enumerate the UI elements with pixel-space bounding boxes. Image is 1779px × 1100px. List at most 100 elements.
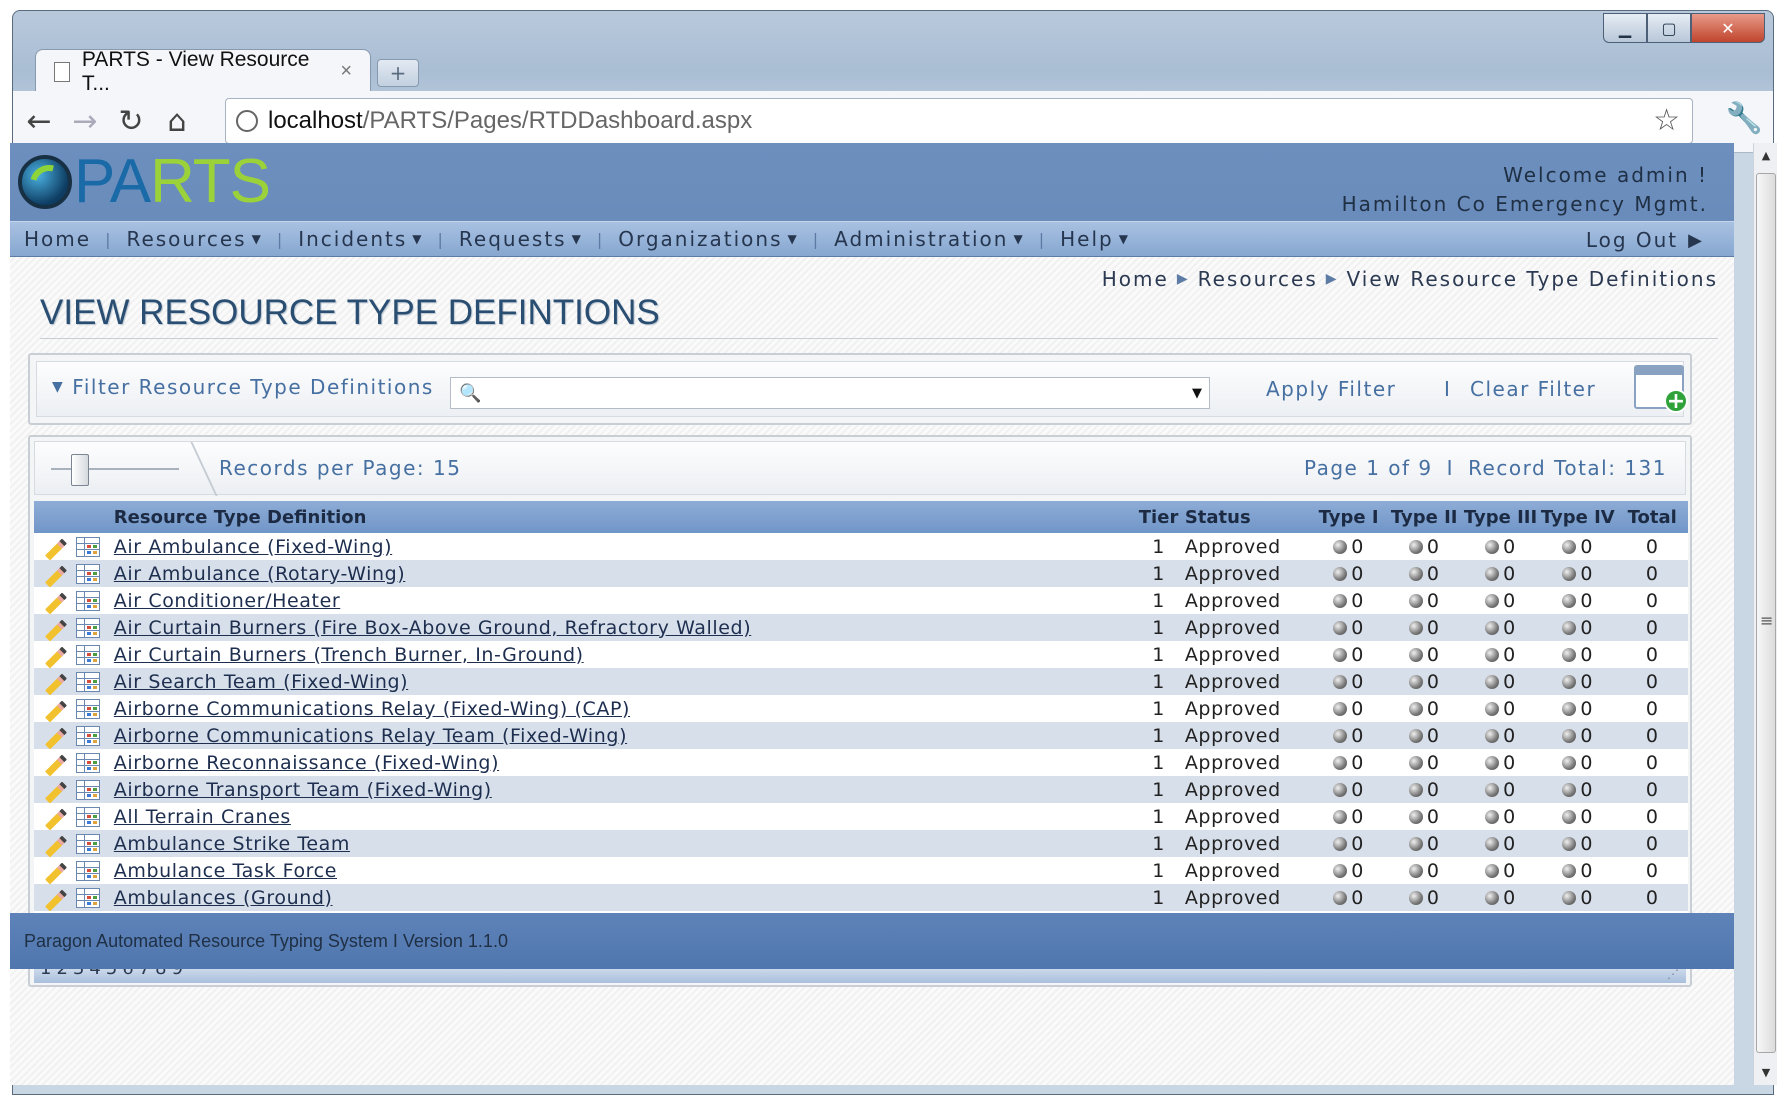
view-details-icon[interactable] <box>76 645 100 665</box>
menu-incidents[interactable]: Incidents ▼ <box>284 227 437 251</box>
definition-link[interactable]: Airborne Reconnaissance (Fixed-Wing) <box>114 752 499 774</box>
view-details-icon[interactable] <box>76 699 100 719</box>
header-definition[interactable]: Resource Type Definition <box>114 501 1133 533</box>
pencil-edit-icon[interactable] <box>45 700 67 722</box>
view-details-icon[interactable] <box>76 780 100 800</box>
pencil-edit-icon[interactable] <box>45 862 67 884</box>
back-arrow-icon[interactable]: ← <box>19 104 59 139</box>
pencil-edit-icon[interactable] <box>45 592 67 614</box>
menu-resources[interactable]: Resources ▼ <box>112 227 276 251</box>
maximize-icon[interactable]: ▢ <box>1647 13 1691 43</box>
definition-link[interactable]: Ambulance Task Force <box>114 860 337 882</box>
definition-link[interactable]: Airborne Communications Relay (Fixed-Win… <box>114 698 630 720</box>
menu-incidents-label: Incidents <box>298 227 408 251</box>
header-tier[interactable]: Tier <box>1132 501 1185 533</box>
filter-search-input[interactable] <box>487 379 1185 407</box>
parts-logo[interactable]: PA RTS <box>18 151 271 213</box>
header-total[interactable]: Total <box>1617 501 1688 533</box>
add-definition-icon[interactable]: + <box>1634 365 1688 413</box>
type-2-cell-value: 0 <box>1426 886 1440 909</box>
header-type-1[interactable]: Type I <box>1311 501 1387 533</box>
browser-tab[interactable]: PARTS - View Resource T... × <box>35 48 371 95</box>
type-2-cell-value: 0 <box>1426 778 1440 801</box>
clear-filter-link[interactable]: Clear Filter <box>1470 377 1596 401</box>
scroll-down-arrow-icon[interactable]: ▼ <box>1754 1066 1778 1079</box>
close-tab-icon[interactable]: × <box>340 60 352 83</box>
pencil-edit-icon[interactable] <box>45 781 67 803</box>
type-2-cell-value: 0 <box>1426 859 1440 882</box>
header-type-4[interactable]: Type IV <box>1539 501 1617 533</box>
pencil-edit-icon[interactable] <box>45 835 67 857</box>
type-3-cell-value: 0 <box>1503 535 1516 558</box>
forward-arrow-icon[interactable]: → <box>65 104 105 139</box>
address-bar[interactable]: localhost/PARTS/Pages/RTDDashboard.aspx … <box>225 98 1693 144</box>
pencil-edit-icon[interactable] <box>45 754 67 776</box>
definition-link[interactable]: Air Curtain Burners (Fire Box-Above Grou… <box>114 617 751 639</box>
header-type-3[interactable]: Type III <box>1462 501 1539 533</box>
close-window-icon[interactable]: ✕ <box>1691 13 1765 43</box>
menu-requests[interactable]: Requests ▼ <box>445 227 597 251</box>
pencil-edit-icon[interactable] <box>45 727 67 749</box>
type-1-cell-value: 0 <box>1351 778 1364 801</box>
logout-link[interactable]: Log Out ▶ <box>1586 228 1704 252</box>
definition-link[interactable]: Air Ambulance (Rotary-Wing) <box>114 563 406 585</box>
filter-search-combobox[interactable]: 🔍 ▼ <box>450 377 1210 409</box>
definition-link[interactable]: Ambulances (Ground) <box>114 887 333 909</box>
definition-link[interactable]: All Terrain Cranes <box>114 806 291 828</box>
bookmark-star-icon[interactable]: ☆ <box>1653 103 1680 138</box>
definition-link[interactable]: Airborne Communications Relay Team (Fixe… <box>114 725 627 747</box>
new-tab-icon[interactable]: + <box>377 59 419 87</box>
view-details-icon[interactable] <box>76 807 100 827</box>
type-1-cell-value: 0 <box>1351 562 1364 585</box>
definition-link[interactable]: Air Curtain Burners (Trench Burner, In-G… <box>114 644 584 666</box>
pencil-edit-icon[interactable] <box>45 889 67 911</box>
breadcrumb-home[interactable]: Home <box>1102 267 1169 291</box>
menu-home[interactable]: Home <box>10 227 105 251</box>
filter-toggle[interactable]: ▼ Filter Resource Type Definitions <box>52 375 434 399</box>
definition-link[interactable]: Ambulance Strike Team <box>114 833 350 855</box>
view-details-icon[interactable] <box>76 618 100 638</box>
minimize-icon[interactable]: ▁ <box>1603 13 1647 43</box>
type-1-cell-value: 0 <box>1351 697 1364 720</box>
header-type-2[interactable]: Type II <box>1386 501 1462 533</box>
definition-link[interactable]: Air Search Team (Fixed-Wing) <box>114 671 408 693</box>
view-details-icon[interactable] <box>76 537 100 557</box>
view-details-icon[interactable] <box>76 861 100 881</box>
type-3-cell: 0 <box>1462 884 1539 911</box>
dropdown-arrow-icon[interactable]: ▼ <box>1185 386 1209 401</box>
view-details-icon[interactable] <box>76 726 100 746</box>
view-details-icon[interactable] <box>76 753 100 773</box>
view-details-icon[interactable] <box>76 591 100 611</box>
reload-icon[interactable]: ↻ <box>111 104 151 139</box>
apply-filter-link[interactable]: Apply Filter <box>1266 377 1396 401</box>
type-1-cell-value: 0 <box>1351 805 1364 828</box>
menu-help[interactable]: Help ▼ <box>1046 227 1144 251</box>
definition-link[interactable]: Air Ambulance (Fixed-Wing) <box>114 536 392 558</box>
definition-link[interactable]: Air Conditioner/Heater <box>114 590 340 612</box>
pencil-edit-icon[interactable] <box>45 673 67 695</box>
view-details-icon[interactable] <box>76 672 100 692</box>
pencil-edit-icon[interactable] <box>45 565 67 587</box>
view-details-icon[interactable] <box>76 564 100 584</box>
scroll-up-arrow-icon[interactable]: ▲ <box>1754 149 1778 162</box>
slider-handle[interactable] <box>71 454 89 486</box>
pencil-edit-icon[interactable] <box>45 808 67 830</box>
pencil-edit-icon[interactable] <box>45 619 67 641</box>
view-details-icon[interactable] <box>76 834 100 854</box>
definition-link[interactable]: Airborne Transport Team (Fixed-Wing) <box>114 779 492 801</box>
breadcrumb-resources[interactable]: Resources <box>1198 267 1318 291</box>
header-status[interactable]: Status <box>1185 501 1311 533</box>
resize-grip-icon[interactable]: ⋰ <box>1667 967 1680 981</box>
vertical-scrollbar[interactable]: ▲ ≡ ▼ <box>1753 143 1777 1085</box>
menu-administration[interactable]: Administration ▼ <box>820 227 1039 251</box>
home-icon[interactable]: ⌂ <box>157 104 197 139</box>
pencil-edit-icon[interactable] <box>45 646 67 668</box>
table-row: Ambulances (Ground) 1 Approved 0 0 0 0 0 <box>34 884 1688 911</box>
pencil-edit-icon[interactable] <box>45 538 67 560</box>
status-dot-icon <box>1485 729 1500 743</box>
view-details-icon[interactable] <box>76 888 100 908</box>
type-2-cell: 0 <box>1386 749 1462 776</box>
wrench-icon[interactable]: 🔧 <box>1726 101 1763 136</box>
records-per-page-slider[interactable] <box>51 442 218 496</box>
menu-organizations[interactable]: Organizations ▼ <box>604 227 813 251</box>
